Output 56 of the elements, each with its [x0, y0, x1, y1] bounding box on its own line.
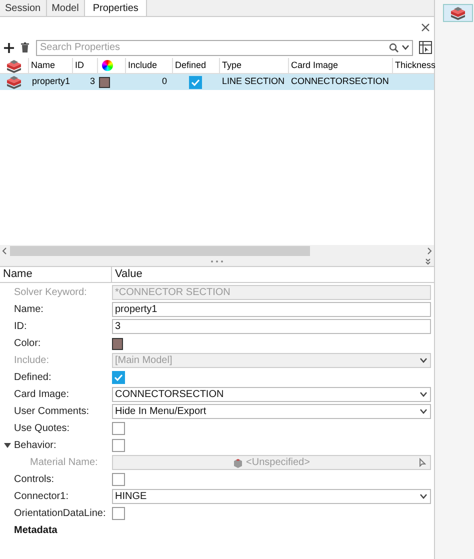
color-wheel-icon	[102, 60, 113, 71]
splitter-grip-icon[interactable]	[210, 260, 224, 263]
property-label: Controls:	[14, 473, 54, 487]
table-cell-text: property1	[31, 75, 72, 88]
value-dropdown[interactable]: HINGE	[112, 489, 431, 504]
value-field[interactable]: 3	[112, 319, 431, 334]
checkbox[interactable]	[112, 371, 125, 384]
table-cell-text: 3	[88, 75, 96, 88]
scroll-right-icon[interactable]	[425, 247, 433, 255]
scroll-left-icon[interactable]	[1, 247, 9, 255]
dropdown-caret-icon[interactable]	[420, 392, 427, 397]
checkbox[interactable]	[112, 507, 125, 520]
table-cell-text: CONNECTORSECTION	[290, 75, 390, 88]
column-select-icon[interactable]	[419, 41, 432, 54]
property-label: Connector1:	[14, 490, 68, 504]
table-cell-text: 0	[160, 75, 168, 88]
column-header: Value	[114, 267, 142, 282]
checkbox[interactable]	[112, 439, 125, 452]
dropdown-caret-icon[interactable]	[420, 409, 427, 414]
property-label: ID:	[14, 320, 27, 334]
checkbox[interactable]	[189, 76, 202, 88]
panel-tab[interactable]: Properties	[84, 0, 148, 16]
value-dropdown[interactable]: Hide In Menu/Export	[112, 404, 431, 419]
dropdown-caret-icon[interactable]	[420, 494, 427, 499]
checkbox[interactable]	[112, 473, 125, 486]
dropdown-caret-icon[interactable]	[402, 45, 409, 50]
horizontal-scrollbar[interactable]	[0, 245, 434, 257]
property-label: Color:	[14, 337, 41, 351]
group-heading: Metadata	[14, 524, 58, 538]
checkbox[interactable]	[112, 422, 125, 435]
collapse-icon[interactable]	[425, 258, 431, 265]
trash-icon[interactable]	[20, 42, 30, 53]
table-cell-text: LINE SECTION	[221, 75, 286, 88]
property-label: Solver Keyword:	[14, 286, 87, 300]
value-field[interactable]: property1	[112, 302, 431, 317]
column-header: Name	[0, 267, 112, 282]
model-stack-icon	[450, 6, 466, 20]
property-label: Use Quotes:	[14, 422, 70, 436]
color-swatch[interactable]	[112, 338, 123, 350]
property-label: Name:	[14, 303, 44, 317]
cube-icon	[233, 458, 244, 468]
add-icon[interactable]	[4, 42, 14, 52]
property-label: Include:	[14, 354, 50, 368]
model-stack-icon	[6, 75, 22, 89]
property-label: Card Image:	[14, 388, 70, 402]
property-label: User Comments:	[14, 405, 90, 419]
close-button[interactable]	[419, 22, 432, 32]
expand-caret-icon[interactable]	[4, 443, 11, 448]
model-stack-icon	[6, 58, 22, 72]
property-label: OrientationDataLine:	[14, 507, 106, 521]
property-label: Behavior:	[14, 439, 56, 453]
property-label: Material Name:	[30, 456, 98, 470]
value-dropdown[interactable]: CONNECTORSECTION	[112, 387, 431, 402]
property-label: Defined:	[14, 371, 52, 385]
table-row[interactable]: property1 3 0 LINE SECTION CONNECTORSECTION	[0, 74, 434, 90]
search-icon[interactable]	[389, 42, 399, 52]
